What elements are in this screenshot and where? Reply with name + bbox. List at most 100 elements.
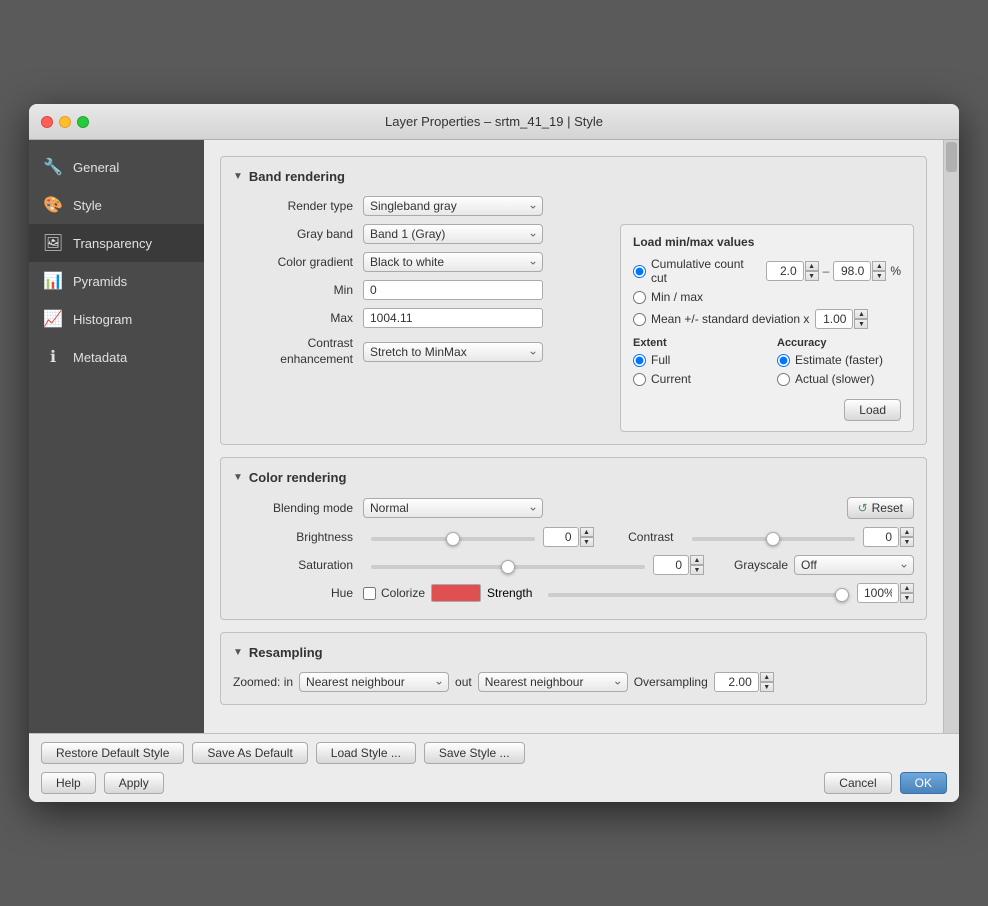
contrast-up[interactable]: ▲ <box>900 527 914 537</box>
reset-label: Reset <box>872 501 903 515</box>
saturation-spinbox: ▲ ▼ <box>653 555 704 575</box>
contrast-down[interactable]: ▼ <box>900 537 914 547</box>
sidebar-item-metadata[interactable]: ℹ Metadata <box>29 338 204 376</box>
full-row: Full <box>633 353 757 367</box>
zoomed-out-select[interactable]: Nearest neighbour Bilinear Cubic <box>478 672 628 692</box>
window-title: Layer Properties – srtm_41_19 | Style <box>385 114 603 129</box>
minmax-label: Min / max <box>651 290 703 304</box>
ok-button[interactable]: OK <box>900 772 947 794</box>
actual-radio[interactable] <box>777 373 790 386</box>
apply-button[interactable]: Apply <box>104 772 164 794</box>
load-style-button[interactable]: Load Style ... <box>316 742 416 764</box>
sidebar-item-histogram[interactable]: 📈 Histogram <box>29 300 204 338</box>
saturation-up[interactable]: ▲ <box>690 555 704 565</box>
histogram-icon: 📈 <box>41 307 65 331</box>
resampling-arrow[interactable]: ▼ <box>233 647 243 658</box>
sidebar-item-style[interactable]: 🎨 Style <box>29 186 204 224</box>
gray-band-select[interactable]: Band 1 (Gray) <box>363 224 543 244</box>
save-as-default-button[interactable]: Save As Default <box>192 742 307 764</box>
min-label: Min <box>233 283 363 297</box>
contrast-slider[interactable] <box>692 537 856 541</box>
cumulative-min-down[interactable]: ▼ <box>805 271 819 281</box>
dash-separator: – <box>819 264 834 278</box>
brightness-up[interactable]: ▲ <box>580 527 594 537</box>
current-radio[interactable] <box>633 373 646 386</box>
max-label: Max <box>233 311 363 325</box>
cumulative-min-spinbtns: ▲ ▼ <box>805 261 819 281</box>
band-rendering-arrow[interactable]: ▼ <box>233 171 243 182</box>
saturation-down[interactable]: ▼ <box>690 565 704 575</box>
strength-up[interactable]: ▲ <box>900 583 914 593</box>
saturation-grayscale-row: Saturation ▲ ▼ Grayscale <box>233 555 914 575</box>
cumulative-row: Cumulative count cut ▲ ▼ <box>633 257 901 285</box>
contrast-select[interactable]: Stretch to MinMax Stretch and Clip to Mi… <box>363 342 543 362</box>
saturation-slider-container <box>371 558 645 572</box>
blending-mode-select[interactable]: Normal Multiply Screen <box>363 498 543 518</box>
color-rendering-arrow[interactable]: ▼ <box>233 472 243 483</box>
titlebar: Layer Properties – srtm_41_19 | Style <box>29 104 959 140</box>
sidebar-item-pyramids[interactable]: 📊 Pyramids <box>29 262 204 300</box>
cumulative-max-up[interactable]: ▲ <box>872 261 886 271</box>
sidebar: 🔧 General 🎨 Style 🖼 Transparency 📊 Pyram… <box>29 140 204 733</box>
restore-default-button[interactable]: Restore Default Style <box>41 742 184 764</box>
full-radio[interactable] <box>633 354 646 367</box>
oversampling-up[interactable]: ▲ <box>760 672 774 682</box>
oversampling-down[interactable]: ▼ <box>760 682 774 692</box>
sidebar-item-transparency[interactable]: 🖼 Transparency <box>29 224 204 262</box>
strength-input[interactable] <box>857 583 899 603</box>
cumulative-radio[interactable] <box>633 265 646 278</box>
saturation-input[interactable] <box>653 555 689 575</box>
footer: Restore Default Style Save As Default Lo… <box>29 733 959 802</box>
grayscale-select[interactable]: Off By lightness By luminosity <box>794 555 914 575</box>
cumulative-max-input[interactable] <box>833 261 871 281</box>
hue-color-preview[interactable] <box>431 584 481 602</box>
contrast-input[interactable] <box>863 527 899 547</box>
reset-icon: ↺ <box>858 501 868 515</box>
reset-button[interactable]: ↺ Reset <box>847 497 914 519</box>
scrollbar-thumb[interactable] <box>946 142 957 172</box>
band-rendering-title: Band rendering <box>249 169 345 184</box>
save-style-button[interactable]: Save Style ... <box>424 742 525 764</box>
load-minmax-box: Load min/max values Cumulative count cut <box>620 224 914 432</box>
cumulative-max-down[interactable]: ▼ <box>872 271 886 281</box>
render-type-select[interactable]: Singleband gray <box>363 196 543 216</box>
brightness-slider[interactable] <box>371 537 535 541</box>
cancel-button[interactable]: Cancel <box>824 772 891 794</box>
close-button[interactable] <box>41 116 53 128</box>
mean-spinbox: ▲ ▼ <box>815 309 868 329</box>
color-gradient-select[interactable]: Black to white White to black <box>363 252 543 272</box>
mean-radio[interactable] <box>633 313 646 326</box>
brightness-input[interactable] <box>543 527 579 547</box>
load-button[interactable]: Load <box>844 399 901 421</box>
max-input[interactable]: 1004.11 <box>363 308 543 328</box>
render-type-label: Render type <box>233 199 363 213</box>
contrast-spinbox: ▲ ▼ <box>863 527 914 547</box>
mean-up[interactable]: ▲ <box>854 309 868 319</box>
colorize-checkbox[interactable] <box>363 587 376 600</box>
mean-down[interactable]: ▼ <box>854 319 868 329</box>
cumulative-min-input[interactable] <box>766 261 804 281</box>
current-row: Current <box>633 372 757 386</box>
estimate-radio[interactable] <box>777 354 790 367</box>
mean-input[interactable] <box>815 309 853 329</box>
maximize-button[interactable] <box>77 116 89 128</box>
zoomed-in-select[interactable]: Nearest neighbour Bilinear Cubic <box>299 672 449 692</box>
brightness-down[interactable]: ▼ <box>580 537 594 547</box>
color-rendering-title: Color rendering <box>249 470 347 485</box>
scrollbar[interactable] <box>943 140 959 733</box>
min-input[interactable]: 0 <box>363 280 543 300</box>
color-gradient-select-wrapper: Black to white White to black <box>363 252 543 272</box>
help-button[interactable]: Help <box>41 772 96 794</box>
footer-right-buttons: Cancel OK <box>824 772 947 794</box>
minmax-radio[interactable] <box>633 291 646 304</box>
cumulative-max-spinbtns: ▲ ▼ <box>872 261 886 281</box>
minimize-button[interactable] <box>59 116 71 128</box>
strength-down[interactable]: ▼ <box>900 593 914 603</box>
oversampling-input[interactable] <box>714 672 759 692</box>
actual-row: Actual (slower) <box>777 372 901 386</box>
sidebar-item-general[interactable]: 🔧 General <box>29 148 204 186</box>
cumulative-min-up[interactable]: ▲ <box>805 261 819 271</box>
strength-slider[interactable] <box>548 593 849 597</box>
saturation-slider[interactable] <box>371 565 645 569</box>
brightness-slider-container <box>371 530 535 544</box>
